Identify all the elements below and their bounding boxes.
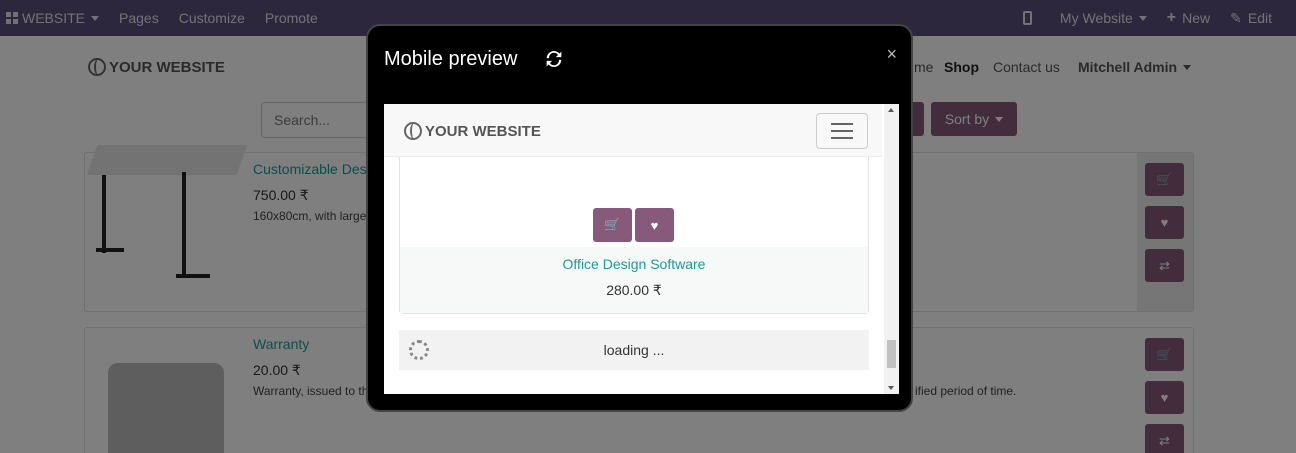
- mobile-product-card: 🛒 ♥ Office Design Software 280.00 ₹: [399, 157, 869, 314]
- mobile-preview-modal: Mobile preview × YOUR WEBSITE 🛒 ♥ Office…: [366, 24, 913, 412]
- hamburger-menu-button[interactable]: [816, 113, 868, 149]
- globe-icon: [404, 122, 422, 140]
- spinner-icon: [409, 340, 429, 360]
- cart-icon: 🛒: [604, 217, 621, 232]
- add-to-cart-button[interactable]: 🛒: [593, 208, 632, 242]
- mobile-product-price: 280.00 ₹: [606, 282, 662, 298]
- loading-indicator: loading ...: [399, 330, 869, 370]
- mobile-product-title[interactable]: Office Design Software: [400, 256, 868, 272]
- mobile-header: YOUR WEBSITE: [384, 104, 882, 157]
- modal-title: Mobile preview: [384, 48, 518, 70]
- scroll-thumb[interactable]: [887, 340, 896, 368]
- scroll-down-icon[interactable]: [888, 386, 894, 390]
- wishlist-button[interactable]: ♥: [635, 208, 674, 242]
- scrollbar[interactable]: [884, 104, 899, 394]
- refresh-icon[interactable]: [543, 48, 565, 70]
- mobile-logo-text: YOUR WEBSITE: [425, 122, 541, 140]
- close-button[interactable]: ×: [886, 44, 897, 65]
- mobile-site-logo[interactable]: YOUR WEBSITE: [404, 122, 541, 140]
- loading-text: loading ...: [603, 342, 665, 358]
- mobile-screen: YOUR WEBSITE 🛒 ♥ Office Design Software …: [384, 104, 899, 394]
- scroll-up-icon[interactable]: [888, 108, 894, 112]
- heart-icon: ♥: [650, 217, 659, 233]
